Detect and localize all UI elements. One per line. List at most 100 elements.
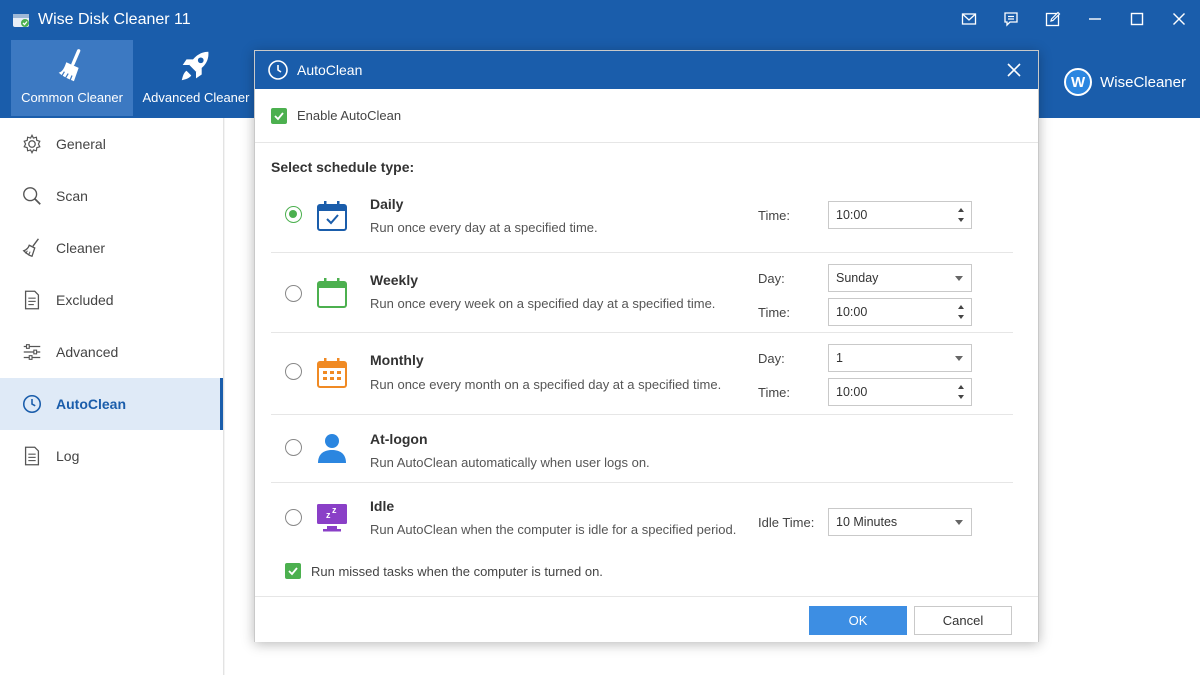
feedback-icon[interactable] [990,0,1032,38]
radio-weekly[interactable] [285,285,302,302]
time-label: Time: [758,208,791,223]
window-controls [948,0,1200,38]
dialog-title-bar: AutoClean [255,51,1038,89]
advanced-cleaner-label: Advanced Cleaner [142,90,250,105]
spinner-icon[interactable] [957,382,965,402]
monthly-day-select[interactable]: 1 [828,344,972,372]
sidebar-item-scan[interactable]: Scan [0,170,223,222]
clock-icon [267,59,289,81]
ok-button[interactable]: OK [809,606,907,635]
close-icon[interactable] [1158,0,1200,38]
weekly-time-input[interactable]: 10:00 [828,298,972,326]
mail-icon[interactable] [948,0,990,38]
sidebar-item-label: General [56,136,106,152]
weekly-day-select[interactable]: Sunday [828,264,972,292]
sidebar-item-cleaner[interactable]: Cleaner [0,222,223,274]
chevron-down-icon [955,276,963,281]
spinner-icon[interactable] [957,302,965,322]
enable-autoclean-label: Enable AutoClean [297,108,402,123]
weekly-time-value: 10:00 [836,305,868,319]
daily-time-value: 10:00 [836,208,868,222]
radio-at-logon[interactable] [285,439,302,456]
app-title: Wise Disk Cleaner 11 [12,8,191,32]
option-desc: Run once every day at a specified time. [370,220,598,235]
app-logo-icon [12,11,30,29]
option-title: Monthly [370,352,424,368]
idle-time-value: 10 Minutes [836,515,898,529]
minimize-icon[interactable] [1074,0,1116,38]
sidebar-item-label: Advanced [56,344,119,360]
sidebar-item-label: Scan [56,188,88,204]
broom-icon [11,40,133,84]
brand-name: WiseCleaner [1100,73,1186,91]
option-desc: Run AutoClean when the computer is idle … [370,522,737,537]
run-missed-tasks-row[interactable]: Run missed tasks when the computer is tu… [285,563,603,579]
calendar-month-icon [315,356,349,390]
time-label: Time: [758,385,791,400]
common-cleaner-button[interactable]: Common Cleaner [11,40,133,116]
dialog-title: AutoClean [297,62,363,78]
option-desc: Run once every week on a specified day a… [370,296,716,311]
option-title: At-logon [370,431,428,447]
sidebar-item-autoclean[interactable]: AutoClean [0,378,223,430]
common-cleaner-label: Common Cleaner [21,90,123,105]
sidebar-item-label: Excluded [56,292,114,308]
sidebar-item-general[interactable]: General [0,118,223,170]
brand[interactable]: W WiseCleaner [1064,68,1186,96]
calendar-week-icon [315,276,349,310]
autoclean-dialog: AutoClean Enable AutoClean Select schedu… [254,50,1039,642]
wisecleaner-logo-icon: W [1064,68,1093,96]
monitor-sleep-icon: zz [315,500,349,534]
monthly-time-value: 10:00 [836,385,868,399]
option-at-logon[interactable]: At-logon Run AutoClean automatically whe… [271,415,1013,483]
option-idle[interactable]: zz Idle Run AutoClean when the computer … [271,483,1013,555]
option-weekly[interactable]: Weekly Run once every week on a specifie… [271,253,1013,333]
enable-autoclean-checkbox[interactable] [271,107,287,124]
option-title: Daily [370,196,404,212]
daily-time-input[interactable]: 10:00 [828,201,972,229]
option-desc: Run once every month on a specified day … [370,377,722,392]
option-monthly[interactable]: Monthly Run once every month on a specif… [271,333,1013,415]
broom-icon [20,236,44,260]
day-label: Day: [758,271,785,286]
idle-time-select[interactable]: 10 Minutes [828,508,972,536]
document-icon [20,288,44,312]
time-label: Time: [758,305,791,320]
sidebar-item-log[interactable]: Log [0,430,223,482]
radio-idle[interactable] [285,509,302,526]
rocket-icon [135,40,257,84]
gear-icon [20,132,44,156]
run-missed-tasks-checkbox[interactable] [285,563,301,579]
run-missed-tasks-label: Run missed tasks when the computer is tu… [311,563,603,579]
advanced-cleaner-button[interactable]: Advanced Cleaner [135,40,257,116]
monthly-day-value: 1 [836,351,843,365]
calendar-check-icon [315,199,349,233]
sidebar-item-excluded[interactable]: Excluded [0,274,223,326]
svg-text:z: z [326,510,331,520]
user-icon [315,431,349,465]
spinner-icon[interactable] [957,205,965,225]
dialog-close-icon[interactable] [1004,60,1024,80]
radio-monthly[interactable] [285,363,302,380]
chevron-down-icon [955,520,963,525]
enable-autoclean-row[interactable]: Enable AutoClean [255,89,1038,143]
maximize-icon[interactable] [1116,0,1158,38]
clock-icon [20,392,44,416]
option-desc: Run AutoClean automatically when user lo… [370,455,650,470]
edit-icon[interactable] [1032,0,1074,38]
sidebar-item-label: AutoClean [56,396,126,412]
cancel-button[interactable]: Cancel [914,606,1012,635]
sidebar-item-label: Cleaner [56,240,106,256]
sliders-icon [20,340,44,364]
log-icon [20,444,44,468]
option-daily[interactable]: Daily Run once every day at a specified … [271,187,1013,253]
radio-daily[interactable] [285,206,302,223]
chevron-down-icon [955,356,963,361]
schedule-heading: Select schedule type: [271,159,415,175]
sidebar-item-advanced[interactable]: Advanced [0,326,223,378]
weekly-day-value: Sunday [836,271,879,285]
dialog-footer: OK Cancel [255,596,1038,642]
search-icon [20,184,44,208]
monthly-time-input[interactable]: 10:00 [828,378,972,406]
idle-time-label: Idle Time: [758,515,815,530]
